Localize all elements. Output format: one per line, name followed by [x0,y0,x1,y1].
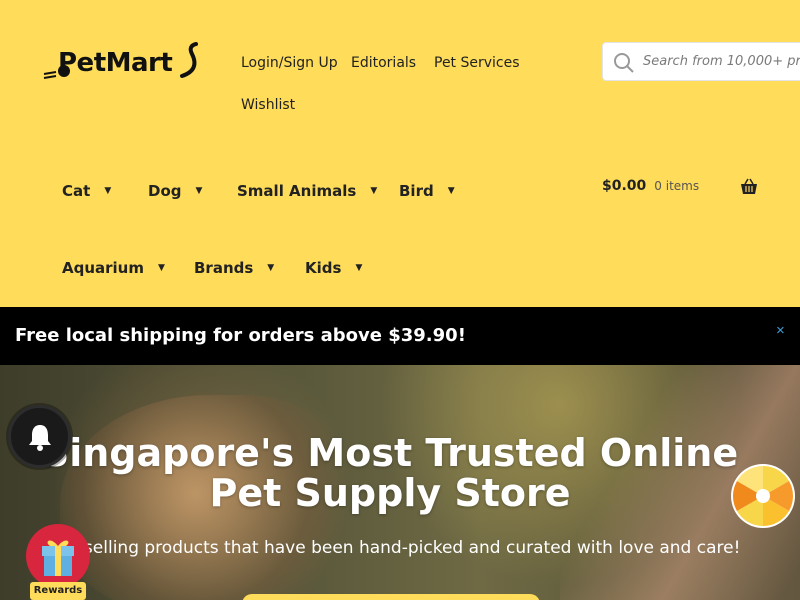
spin-wheel-button[interactable] [730,463,796,529]
cart-item-count: 0 items [654,179,700,193]
cart-summary[interactable]: $0.00 0 items [602,178,757,194]
caret-down-icon: ▼ [355,263,363,273]
spin-wheel-icon [731,464,795,528]
caret-down-icon: ▼ [447,186,455,196]
hero-section: Singapore's Most Trusted Online Pet Supp… [0,365,800,600]
category-brands[interactable]: Brands ▼ [194,259,274,277]
login-signup-link[interactable]: Login/Sign Up [241,55,338,71]
close-icon[interactable]: × [776,322,785,339]
category-dog[interactable]: Dog ▼ [148,182,202,200]
category-label: Bird [399,182,434,200]
caret-down-icon: ▼ [370,186,378,196]
cart-total: $0.00 [602,178,647,194]
rewards-button[interactable] [26,524,90,588]
category-aquarium[interactable]: Aquarium ▼ [62,259,165,277]
shipping-banner: Free local shipping for orders above $39… [0,307,800,365]
basket-icon[interactable] [740,178,758,200]
site-header: PetMart Login/Sign Up Editorials Pet Ser… [0,0,800,307]
category-kids[interactable]: Kids ▼ [305,259,362,277]
category-label: Dog [148,182,182,200]
category-bird[interactable]: Bird ▼ [399,182,455,200]
caret-down-icon: ▼ [104,186,112,196]
site-logo[interactable]: PetMart [42,40,202,86]
rewards-widget[interactable]: Rewards [22,524,92,600]
shipping-banner-text: Free local shipping for orders above $39… [15,325,466,346]
category-label: Cat [62,182,91,200]
hero-cta-button[interactable] [242,594,540,600]
rewards-label: Rewards [30,582,86,600]
notification-bell-button[interactable] [8,405,71,468]
caret-down-icon: ▼ [267,263,275,273]
caret-down-icon: ▼ [158,263,165,273]
search-icon[interactable] [613,52,635,79]
hero-title: Singapore's Most Trusted Online Pet Supp… [41,431,739,515]
category-label: Brands [194,259,254,277]
category-label: Small Animals [237,182,357,200]
category-small-animals[interactable]: Small Animals ▼ [237,182,377,200]
pet-services-link[interactable]: Pet Services [434,55,520,71]
editorials-link[interactable]: Editorials [351,55,416,71]
search-box [602,42,800,81]
search-input[interactable] [643,43,800,80]
hero-subtitle: Only selling products that have been han… [39,538,741,558]
gift-icon [42,540,74,576]
logo-text: PetMart [58,48,173,78]
bell-icon [28,424,51,451]
category-label: Kids [305,259,342,277]
category-label: Aquarium [62,259,144,277]
wishlist-link[interactable]: Wishlist [241,97,295,113]
category-cat[interactable]: Cat ▼ [62,182,111,200]
caret-down-icon: ▼ [195,186,203,196]
